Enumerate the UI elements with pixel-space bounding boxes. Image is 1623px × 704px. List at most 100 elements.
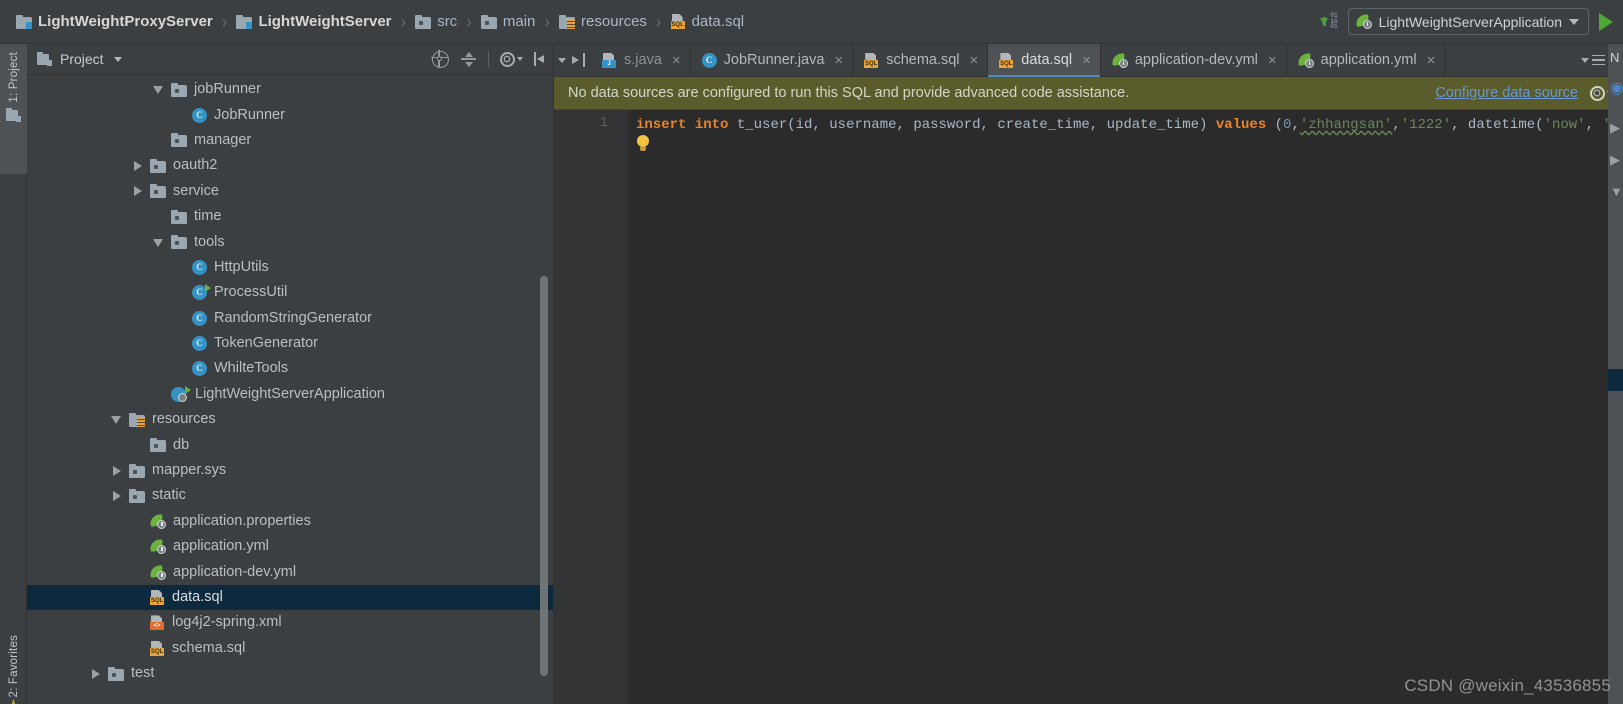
chevron-right-icon[interactable] [90,668,101,679]
navbar-right-controls: 01 10 01 LightWeightServerApplication [1320,8,1623,35]
project-tree-scrollbar[interactable] [540,276,548,676]
chevron-down-icon[interactable] [1569,18,1579,25]
close-icon[interactable]: × [1427,53,1436,68]
tree-node-jobrunner[interactable]: jobRunner [27,77,554,102]
chevron-right-icon[interactable] [111,465,122,476]
chevron-down-icon[interactable] [1581,57,1590,63]
configure-data-source-link[interactable]: Configure data source [1435,85,1578,101]
tree-node-service[interactable]: service [27,179,554,204]
java-file-icon: J [602,52,617,68]
settings-gear-icon[interactable] [500,51,523,67]
tree-node-resources[interactable]: resources [27,407,554,432]
tree-node-oauth2[interactable]: oauth2 [27,153,554,178]
tree-node-label: oauth2 [173,157,218,174]
editor-tab-s-java[interactable]: Js.java × [591,44,691,76]
background-window-sliver: N ◉ ▶ ▶ ▼ [1608,44,1623,704]
tree-node-application-properties[interactable]: application.properties [27,509,554,534]
chevron-right-icon[interactable] [132,186,143,197]
project-panel-toolbar [431,49,546,68]
background-window-text: N [1610,50,1620,65]
chevron-right-icon[interactable] [111,490,122,501]
editor-tab-data-sql[interactable]: SQL data.sql × [988,44,1101,77]
tree-node-tokengenerator[interactable]: C TokenGenerator [27,331,554,356]
tree-node-static[interactable]: static [27,483,554,508]
breadcrumb-separator: › [466,11,472,31]
tree-node-whiltetools[interactable]: C WhilteTools [27,356,554,381]
fold-gutter[interactable] [618,110,628,704]
tree-node-lightweightserverapplication[interactable]: LightWeightServerApplication [27,382,554,407]
tree-node-label: LightWeightServerApplication [195,385,385,402]
tree-node-test[interactable]: test [27,661,554,686]
chevron-right-icon[interactable] [132,160,143,171]
tree-node-db[interactable]: db [27,432,554,457]
project-tree[interactable]: jobRunner C JobRunner manager oauth2 service t… [27,75,554,704]
tree-node-label: application-dev.yml [173,563,297,580]
code-text[interactable]: insert into t_user(id, username, passwor… [628,110,1623,704]
folder-icon [150,158,166,173]
close-icon[interactable]: × [1082,53,1091,68]
hide-panel-icon[interactable] [534,52,546,66]
run-button[interactable] [1599,12,1613,31]
sidebar-item-project[interactable]: 1: Project [0,44,27,174]
editor-tab-label: schema.sql [886,52,960,68]
tree-node-randomstringgenerator[interactable]: C RandomStringGenerator [27,306,554,331]
collapse-all-icon[interactable] [460,51,477,68]
close-icon[interactable]: × [1268,53,1277,68]
tree-node-time[interactable]: time [27,204,554,229]
sidebar-item-favorites[interactable]: 2: Favorites ★ [0,629,27,704]
tree-node-processutil[interactable]: C ProcessUtil [27,280,554,305]
code-token: datetime [1467,117,1536,133]
tree-node-application-dev-yml[interactable]: application-dev.yml [27,559,554,584]
editor-tab-schema-sql[interactable]: SQL schema.sql × [853,44,989,76]
spring-icon [1296,52,1314,68]
locate-file-icon[interactable] [431,49,449,68]
tree-node-schema-sql[interactable]: SQL schema.sql [27,636,554,661]
chevron-down-icon[interactable] [113,56,122,62]
chevron-down-icon[interactable] [111,414,122,425]
breadcrumb-label: src [437,13,458,30]
tree-node-log4j2-spring-xml[interactable]: <> log4j2-spring.xml [27,610,554,635]
editor-tab-application-dev-yml[interactable]: application-dev.yml × [1101,44,1287,76]
tree-twisty-spacer [174,313,185,324]
breadcrumb-item-lightweightproxyserver[interactable]: LightWeightProxyServer [14,0,215,43]
editor-tab-jobrunner-java[interactable]: C JobRunner.java × [691,44,854,76]
folder-icon [415,14,432,29]
folder-icon [150,184,166,199]
tree-twisty-spacer [174,287,185,298]
run-configuration-label: LightWeightServerApplication [1378,13,1562,30]
tree-node-label: static [152,487,186,504]
tree-node-jobrunner[interactable]: C JobRunner [27,102,554,127]
folder-icon [171,82,187,97]
previous-tab-icon[interactable] [572,53,585,67]
tree-node-tools[interactable]: tools [27,229,554,254]
code-editor[interactable]: 1 insert into t_user(id, username, passw… [554,110,1623,704]
tree-node-data-sql[interactable]: SQL data.sql [27,584,554,611]
editor-tab-application-yml[interactable]: application.yml × [1287,44,1446,76]
tree-node-application-yml[interactable]: application.yml [27,534,554,559]
close-icon[interactable]: × [672,53,681,68]
breadcrumb-item-resources[interactable]: resources [557,0,649,43]
class-icon: C [192,361,207,377]
breadcrumb-item-src[interactable]: src [413,0,459,43]
tab-list-icon[interactable] [1592,54,1606,66]
close-icon[interactable]: × [834,53,843,68]
tree-twisty-spacer [174,262,185,273]
tree-node-manager[interactable]: manager [27,128,554,153]
breadcrumb-separator: › [655,11,662,31]
tab-scroll-controls[interactable] [554,44,591,76]
close-icon[interactable]: × [970,53,979,68]
breadcrumb-item-lightweightserver[interactable]: LightWeightServer [234,0,393,43]
tree-node-httputils[interactable]: C HttpUtils [27,255,554,280]
download-sources-icon[interactable]: 01 10 01 [1320,13,1338,30]
run-configuration-selector[interactable]: LightWeightServerApplication [1347,8,1589,35]
navigation-bar: LightWeightProxyServer › LightWeightServer… [0,0,1623,44]
chevron-down-icon[interactable] [153,84,164,95]
chevron-down-icon[interactable] [558,57,566,63]
tree-node-mapper-sys[interactable]: mapper.sys [27,458,554,483]
intention-bulb-icon[interactable] [636,135,650,151]
chevron-down-icon[interactable] [153,237,164,248]
breadcrumb-item-data-sql[interactable]: SQL data.sql [669,0,747,43]
editor-tab-label: data.sql [1021,52,1073,68]
breadcrumb-item-main[interactable]: main [479,0,538,43]
editor-tab-label: s.java [624,52,662,68]
